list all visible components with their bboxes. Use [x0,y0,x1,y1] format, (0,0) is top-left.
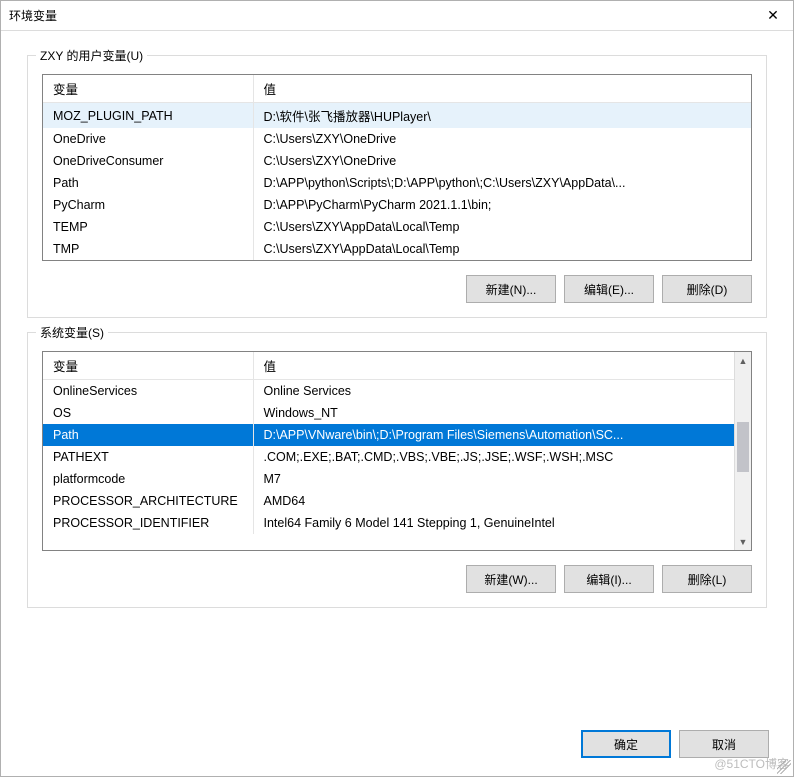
user-row[interactable]: MOZ_PLUGIN_PATHD:\软件\张飞播放器\HUPlayer\ [43,103,751,129]
user-vars-buttons: 新建(N)... 编辑(E)... 删除(D) [42,275,752,303]
close-icon: ✕ [767,7,779,24]
user-delete-button[interactable]: 删除(D) [662,275,752,303]
user-row[interactable]: TEMPC:\Users\ZXY\AppData\Local\Temp [43,216,751,238]
sys-row[interactable]: PROCESSOR_IDENTIFIERIntel64 Family 6 Mod… [43,512,734,534]
sys-row[interactable]: OnlineServicesOnline Services [43,380,734,402]
env-vars-dialog: 环境变量 ✕ ZXY 的用户变量(U) 变量 值 MOZ_PLUGIN_PATH… [0,0,794,777]
user-val-cell: C:\Users\ZXY\AppData\Local\Temp [253,216,751,238]
sys-col-val[interactable]: 值 [253,352,734,380]
user-col-var[interactable]: 变量 [43,75,253,103]
sys-var-cell: PROCESSOR_IDENTIFIER [43,512,253,534]
window-title: 环境变量 [9,7,753,24]
system-vars-buttons: 新建(W)... 编辑(I)... 删除(L) [42,565,752,593]
user-row[interactable]: PathD:\APP\python\Scripts\;D:\APP\python… [43,172,751,194]
system-scrollbar[interactable]: ▲ ▼ [734,352,751,550]
sys-var-cell: PATHEXT [43,446,253,468]
user-var-cell: MOZ_PLUGIN_PATH [43,103,253,129]
sys-val-cell: AMD64 [253,490,734,512]
sys-var-cell: OS [43,402,253,424]
user-var-cell: TEMP [43,216,253,238]
user-vars-label: ZXY 的用户变量(U) [36,47,147,64]
user-vars-group: ZXY 的用户变量(U) 变量 值 MOZ_PLUGIN_PATHD:\软件\张… [27,55,767,318]
sys-val-cell: Intel64 Family 6 Model 141 Stepping 1, G… [253,512,734,534]
user-vars-list[interactable]: 变量 值 MOZ_PLUGIN_PATHD:\软件\张飞播放器\HUPlayer… [42,74,752,261]
user-row[interactable]: OneDriveC:\Users\ZXY\OneDrive [43,128,751,150]
user-val-cell: C:\Users\ZXY\AppData\Local\Temp [253,238,751,260]
user-row[interactable]: TMPC:\Users\ZXY\AppData\Local\Temp [43,238,751,260]
dialog-buttons: 确定 取消 [1,720,793,776]
user-row[interactable]: PyCharmD:\APP\PyCharm\PyCharm 2021.1.1\b… [43,194,751,216]
ok-button[interactable]: 确定 [581,730,671,758]
dialog-body: ZXY 的用户变量(U) 变量 值 MOZ_PLUGIN_PATHD:\软件\张… [1,31,793,720]
sys-col-var[interactable]: 变量 [43,352,253,380]
scroll-down-icon[interactable]: ▼ [735,533,751,550]
user-val-cell: C:\Users\ZXY\OneDrive [253,128,751,150]
user-row[interactable]: OneDriveConsumerC:\Users\ZXY\OneDrive [43,150,751,172]
scroll-up-icon[interactable]: ▲ [735,352,751,369]
sys-row[interactable]: platformcodeM7 [43,468,734,490]
cancel-button[interactable]: 取消 [679,730,769,758]
user-var-cell: OneDriveConsumer [43,150,253,172]
sys-var-cell: Path [43,424,253,446]
system-vars-list[interactable]: 变量 值 OnlineServicesOnline ServicesOSWind… [42,351,752,551]
scroll-thumb[interactable] [737,422,749,472]
sys-row[interactable]: PATHEXT.COM;.EXE;.BAT;.CMD;.VBS;.VBE;.JS… [43,446,734,468]
sys-row[interactable]: PathD:\APP\VNware\bin\;D:\Program Files\… [43,424,734,446]
system-vars-group: 系统变量(S) 变量 值 OnlineServicesOnline Servic… [27,332,767,608]
user-var-cell: PyCharm [43,194,253,216]
sys-val-cell: M7 [253,468,734,490]
sys-val-cell: Online Services [253,380,734,402]
titlebar: 环境变量 ✕ [1,1,793,31]
sys-var-cell: OnlineServices [43,380,253,402]
sys-val-cell: D:\APP\VNware\bin\;D:\Program Files\Siem… [253,424,734,446]
user-var-cell: Path [43,172,253,194]
sys-row[interactable]: PROCESSOR_ARCHITECTUREAMD64 [43,490,734,512]
user-edit-button[interactable]: 编辑(E)... [564,275,654,303]
user-val-cell: D:\软件\张飞播放器\HUPlayer\ [253,103,751,129]
sys-var-cell: PROCESSOR_ARCHITECTURE [43,490,253,512]
user-val-cell: D:\APP\python\Scripts\;D:\APP\python\;C:… [253,172,751,194]
close-button[interactable]: ✕ [753,1,793,31]
system-vars-label: 系统变量(S) [36,324,108,341]
sys-edit-button[interactable]: 编辑(I)... [564,565,654,593]
user-col-val[interactable]: 值 [253,75,751,103]
sys-var-cell: platformcode [43,468,253,490]
user-val-cell: C:\Users\ZXY\OneDrive [253,150,751,172]
user-val-cell: D:\APP\PyCharm\PyCharm 2021.1.1\bin; [253,194,751,216]
sys-val-cell: Windows_NT [253,402,734,424]
sys-new-button[interactable]: 新建(W)... [466,565,556,593]
user-var-cell: OneDrive [43,128,253,150]
sys-row[interactable]: OSWindows_NT [43,402,734,424]
user-var-cell: TMP [43,238,253,260]
sys-delete-button[interactable]: 删除(L) [662,565,752,593]
sys-val-cell: .COM;.EXE;.BAT;.CMD;.VBS;.VBE;.JS;.JSE;.… [253,446,734,468]
user-new-button[interactable]: 新建(N)... [466,275,556,303]
